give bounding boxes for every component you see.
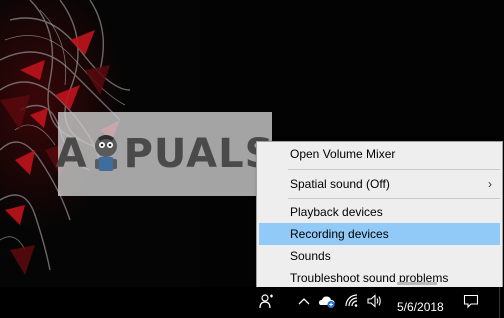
menu-item-open-volume-mixer[interactable]: Open Volume Mixer: [259, 143, 500, 165]
onedrive-icon[interactable]: [318, 293, 336, 309]
speaker-icon[interactable]: [366, 293, 382, 309]
chevron-up-icon[interactable]: [296, 293, 312, 309]
mascot-logo-icon: [94, 135, 117, 171]
clock-date[interactable]: 5/6/2018: [397, 300, 444, 314]
action-center-icon[interactable]: [463, 293, 479, 309]
appuals-watermark: A PUALS: [55, 112, 275, 196]
menu-item-label: Spatial sound (Off): [290, 177, 390, 191]
menu-item-spatial-sound[interactable]: Spatial sound (Off) ›: [259, 173, 500, 195]
chevron-right-icon: ›: [488, 177, 492, 191]
menu-item-troubleshoot-sound[interactable]: Troubleshoot sound problems: [259, 267, 500, 289]
menu-item-label: Open Volume Mixer: [290, 147, 396, 161]
menu-item-sounds[interactable]: Sounds: [259, 245, 500, 267]
watermark-text-left: A: [55, 131, 88, 177]
menu-item-label: Playback devices: [290, 205, 383, 219]
watermark-text-right: PUALS: [123, 131, 275, 177]
wifi-icon[interactable]: [344, 293, 360, 309]
show-desktop-button[interactable]: [499, 287, 504, 318]
sound-context-menu: Open Volume Mixer Spatial sound (Off) › …: [256, 141, 503, 289]
menu-item-label: Sounds: [290, 249, 331, 263]
people-icon[interactable]: [259, 293, 275, 309]
clock-time-partial: [397, 281, 443, 285]
menu-item-playback-devices[interactable]: Playback devices: [259, 201, 500, 223]
menu-item-recording-devices[interactable]: Recording devices: [259, 223, 500, 245]
menu-separator: [288, 169, 500, 170]
taskbar: 5/6/2018: [0, 282, 504, 318]
menu-separator: [288, 198, 500, 199]
menu-item-label: Recording devices: [290, 227, 389, 241]
